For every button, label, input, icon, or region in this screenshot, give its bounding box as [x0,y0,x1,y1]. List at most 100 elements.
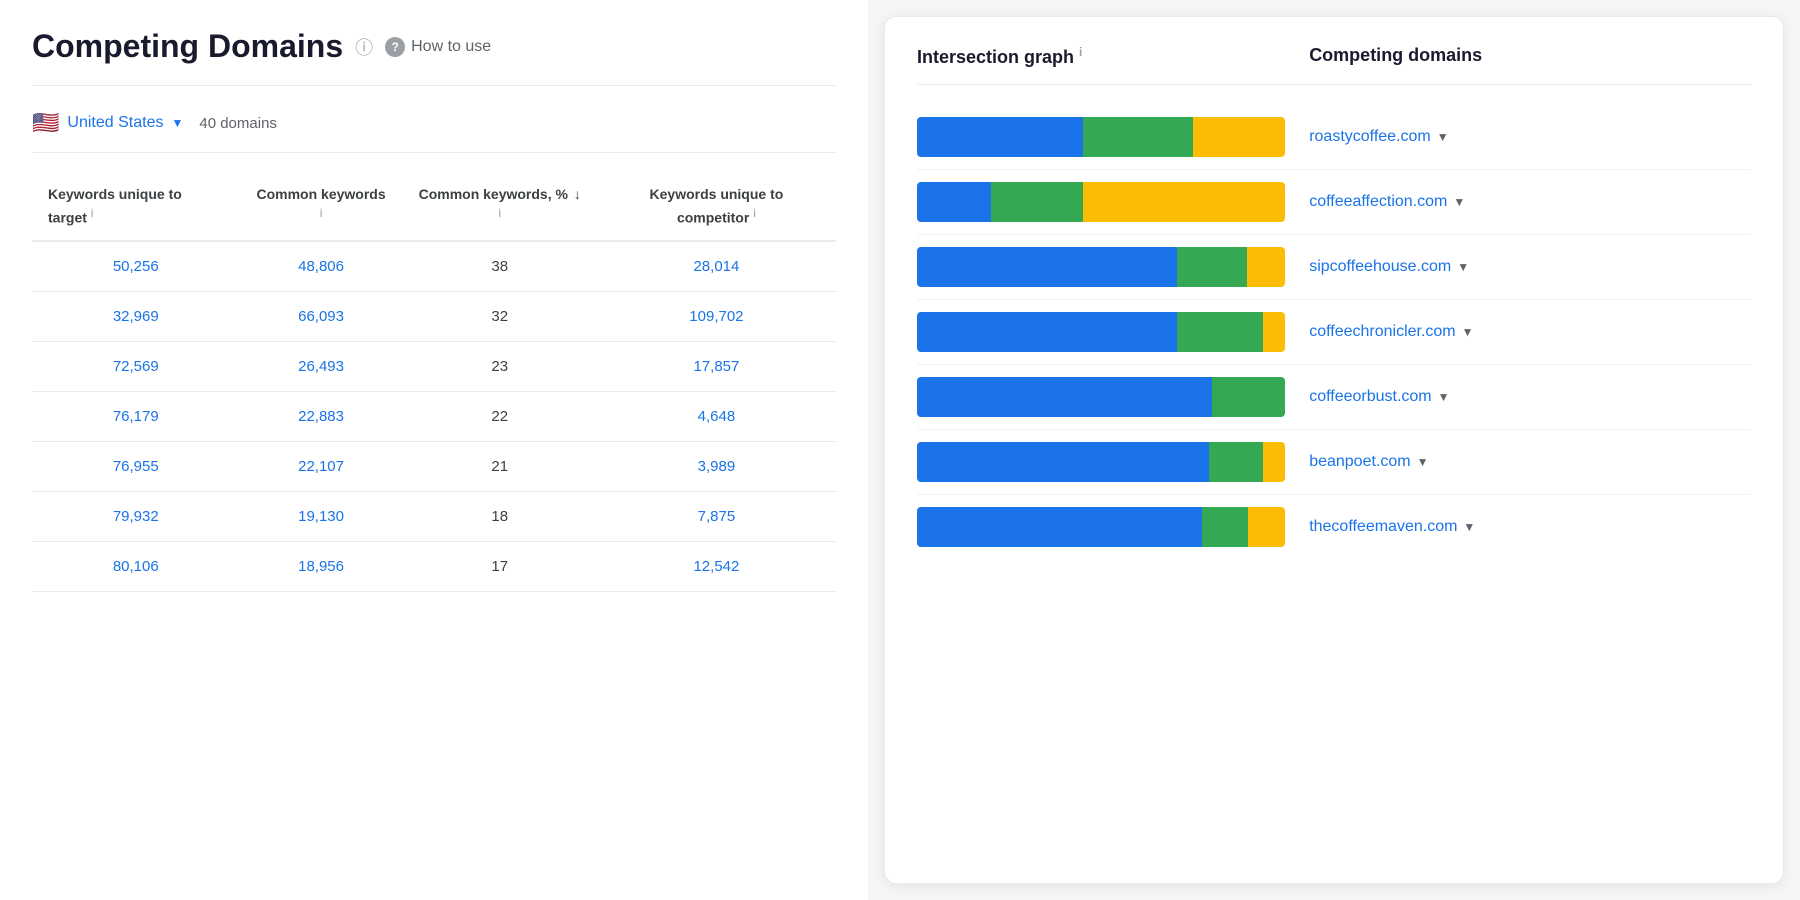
cell-unique-target[interactable]: 32,969 [32,291,240,341]
country-name: United States [67,114,163,132]
bar-segment-yellow [1263,442,1285,482]
sort-arrow-common-pct: ↓ [574,185,581,205]
table-header-row: Keywords unique to target i Common keywo… [32,173,836,241]
col-info-common-pct[interactable]: i [498,206,501,220]
bar-segment-green [1209,442,1263,482]
right-panel-row: coffeechronicler.com ▼ [917,300,1751,365]
col-info-unique-competitor[interactable]: i [753,206,756,220]
page-header: Competing Domains ⓘ ? How to use [32,28,836,86]
cell-unique-target[interactable]: 76,179 [32,391,240,441]
cell-common-keywords[interactable]: 22,107 [240,441,403,491]
country-dropdown-arrow: ▼ [171,116,183,130]
domains-count: 40 domains [199,115,277,132]
domain-dropdown-arrow[interactable]: ▼ [1463,520,1475,534]
intersection-bar [917,182,1285,222]
bar-segment-green [1202,507,1248,547]
bar-segment-blue [917,247,1177,287]
domain-dropdown-arrow[interactable]: ▼ [1438,390,1450,404]
cell-unique-competitor[interactable]: 28,014 [597,241,836,292]
domain-link-4[interactable]: coffeeorbust.com ▼ [1285,388,1751,406]
cell-common-pct: 22 [403,391,597,441]
domain-link-6[interactable]: thecoffeemaven.com ▼ [1285,518,1751,536]
col-header-common-keywords: Common keywords i [240,173,403,241]
bar-segment-blue [917,442,1209,482]
domain-dropdown-arrow[interactable]: ▼ [1437,130,1449,144]
cell-unique-target[interactable]: 79,932 [32,491,240,541]
cell-common-keywords[interactable]: 18,956 [240,541,403,591]
bar-segment-yellow [1083,182,1286,222]
bar-segment-blue [917,507,1202,547]
title-info-icon[interactable]: ⓘ [355,34,373,60]
cell-unique-target[interactable]: 72,569 [32,341,240,391]
col-info-common-keywords[interactable]: i [320,206,323,220]
domain-name: beanpoet.com [1309,453,1410,471]
intersection-bar [917,377,1285,417]
domain-dropdown-arrow[interactable]: ▼ [1453,195,1465,209]
bar-segment-blue [917,312,1177,352]
domain-name: sipcoffeehouse.com [1309,258,1451,276]
domain-dropdown-arrow[interactable]: ▼ [1462,325,1474,339]
cell-unique-target[interactable]: 80,106 [32,541,240,591]
cell-unique-target[interactable]: 50,256 [32,241,240,292]
bar-segment-blue [917,377,1212,417]
cell-common-pct: 32 [403,291,597,341]
cell-unique-competitor[interactable]: 109,702 [597,291,836,341]
cell-unique-competitor[interactable]: 7,875 [597,491,836,541]
intersection-bar [917,312,1285,352]
table-row: 80,106 18,956 17 12,542 [32,541,836,591]
table-row: 32,969 66,093 32 109,702 [32,291,836,341]
intersection-bar [917,442,1285,482]
how-to-use-link[interactable]: ? How to use [385,37,491,57]
right-rows-container: roastycoffee.com ▼ coffeeaffection.com ▼… [917,105,1751,559]
cell-common-keywords[interactable]: 19,130 [240,491,403,541]
page-title: Competing Domains [32,28,343,65]
right-panel-row: roastycoffee.com ▼ [917,105,1751,170]
table-row: 76,955 22,107 21 3,989 [32,441,836,491]
domain-link-0[interactable]: roastycoffee.com ▼ [1285,128,1751,146]
cell-unique-competitor[interactable]: 3,989 [597,441,836,491]
domain-name: coffeechronicler.com [1309,323,1455,341]
col-header-unique-competitor: Keywords unique to competitor i [597,173,836,241]
intersection-info-icon[interactable]: i [1079,45,1082,59]
cell-common-keywords[interactable]: 26,493 [240,341,403,391]
col-info-unique-target[interactable]: i [91,206,94,220]
filter-bar: 🇺🇸 United States ▼ 40 domains [32,110,836,153]
domain-dropdown-arrow[interactable]: ▼ [1417,455,1429,469]
domain-dropdown-arrow[interactable]: ▼ [1457,260,1469,274]
bar-segment-blue [917,182,991,222]
cell-common-keywords[interactable]: 48,806 [240,241,403,292]
cell-common-keywords[interactable]: 66,093 [240,291,403,341]
bar-segment-yellow [1248,507,1285,547]
table-row: 72,569 26,493 23 17,857 [32,341,836,391]
bar-segment-yellow [1193,117,1285,157]
cell-unique-competitor[interactable]: 17,857 [597,341,836,391]
right-panel: Intersection graph i Competing domains r… [884,16,1784,884]
bar-segment-green [1177,312,1264,352]
bar-segment-yellow [1263,312,1285,352]
bar-segment-yellow [1247,247,1285,287]
domain-link-5[interactable]: beanpoet.com ▼ [1285,453,1751,471]
bar-segment-green [1083,117,1193,157]
competing-domains-header: Competing domains [1285,45,1751,68]
right-panel-row: coffeeorbust.com ▼ [917,365,1751,430]
bar-segment-green [991,182,1083,222]
how-to-use-icon: ? [385,37,405,57]
domain-link-1[interactable]: coffeeaffection.com ▼ [1285,193,1751,211]
col-header-common-pct[interactable]: Common keywords, % ↓ i [403,173,597,241]
cell-common-pct: 17 [403,541,597,591]
intersection-bar [917,247,1285,287]
cell-unique-target[interactable]: 76,955 [32,441,240,491]
domain-link-2[interactable]: sipcoffeehouse.com ▼ [1285,258,1751,276]
cell-common-pct: 38 [403,241,597,292]
how-to-use-label: How to use [411,38,491,56]
domain-link-3[interactable]: coffeechronicler.com ▼ [1285,323,1751,341]
domain-name: thecoffeemaven.com [1309,518,1457,536]
right-panel-header: Intersection graph i Competing domains [917,45,1751,85]
cell-common-pct: 21 [403,441,597,491]
cell-common-keywords[interactable]: 22,883 [240,391,403,441]
cell-unique-competitor[interactable]: 4,648 [597,391,836,441]
country-selector[interactable]: 🇺🇸 United States ▼ [32,110,183,136]
cell-unique-competitor[interactable]: 12,542 [597,541,836,591]
bar-segment-blue [917,117,1083,157]
right-panel-row: beanpoet.com ▼ [917,430,1751,495]
